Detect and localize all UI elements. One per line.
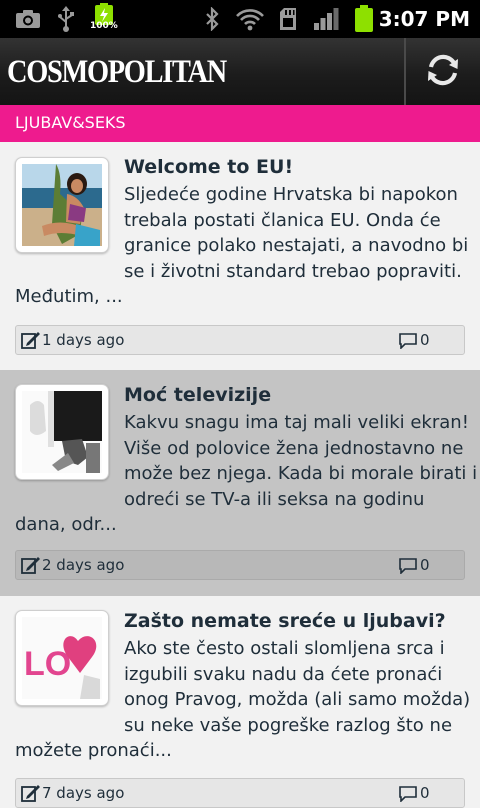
battery-percent: 100%: [90, 21, 118, 31]
comment-icon: [398, 786, 418, 806]
category-label: LJUBAV&SEKS: [15, 113, 126, 132]
article-meta-bar: 7 days ago 0: [15, 778, 465, 808]
article-meta-bar: 1 days ago 0: [15, 325, 465, 355]
usb-icon: [56, 0, 76, 38]
article-excerpt: Sljedeće godine Hrvatska bi napokon treb…: [15, 184, 469, 307]
article-date: 7 days ago: [42, 784, 125, 802]
comment-count: 0: [420, 331, 430, 349]
article-date: 1 days ago: [42, 331, 125, 349]
status-bar: 100% 3:07 PM: [0, 0, 480, 38]
article-title: Welcome to EU!: [124, 156, 294, 178]
app-header: COSMOPOLITAN: [0, 38, 480, 105]
comment-icon: [398, 558, 418, 578]
sd-card-icon: [278, 0, 298, 38]
refresh-button[interactable]: [406, 38, 480, 105]
signal-icon: [312, 0, 340, 38]
article-date: 2 days ago: [42, 556, 125, 574]
article-meta-bar: 2 days ago 0: [15, 550, 465, 580]
camera-icon: [14, 0, 42, 38]
article-list-item[interactable]: Welcome to EU! Sljedeće godine Hrvatska …: [0, 142, 480, 370]
article-title: Zašto nemate sreće u ljubavi?: [124, 610, 446, 632]
article-excerpt: Kakvu snagu ima taj mali veliki ekran! V…: [15, 412, 478, 535]
cosmopolitan-logo: COSMOPOLITAN: [7, 54, 227, 90]
article-list-item[interactable]: Moć televizije Kakvu snagu ima taj mali …: [0, 370, 480, 596]
comment-count: 0: [420, 556, 430, 574]
comment-count: 0: [420, 784, 430, 802]
wifi-icon: [234, 0, 266, 38]
article-list-item[interactable]: LO Zašto nemate sreće u ljubavi? Ako ste…: [0, 596, 480, 808]
battery-icon: [352, 0, 376, 38]
category-bar[interactable]: LJUBAV&SEKS: [0, 105, 480, 142]
article-excerpt: Ako ste često ostali slomljena srca i iz…: [15, 638, 471, 761]
bluetooth-icon: [202, 0, 222, 38]
edit-icon: [21, 784, 41, 806]
edit-icon: [21, 331, 41, 353]
edit-icon: [21, 556, 41, 578]
clock: 3:07 PM: [378, 7, 470, 31]
comment-icon: [398, 333, 418, 353]
article-title: Moć televizije: [124, 384, 272, 406]
refresh-icon: [425, 52, 461, 92]
